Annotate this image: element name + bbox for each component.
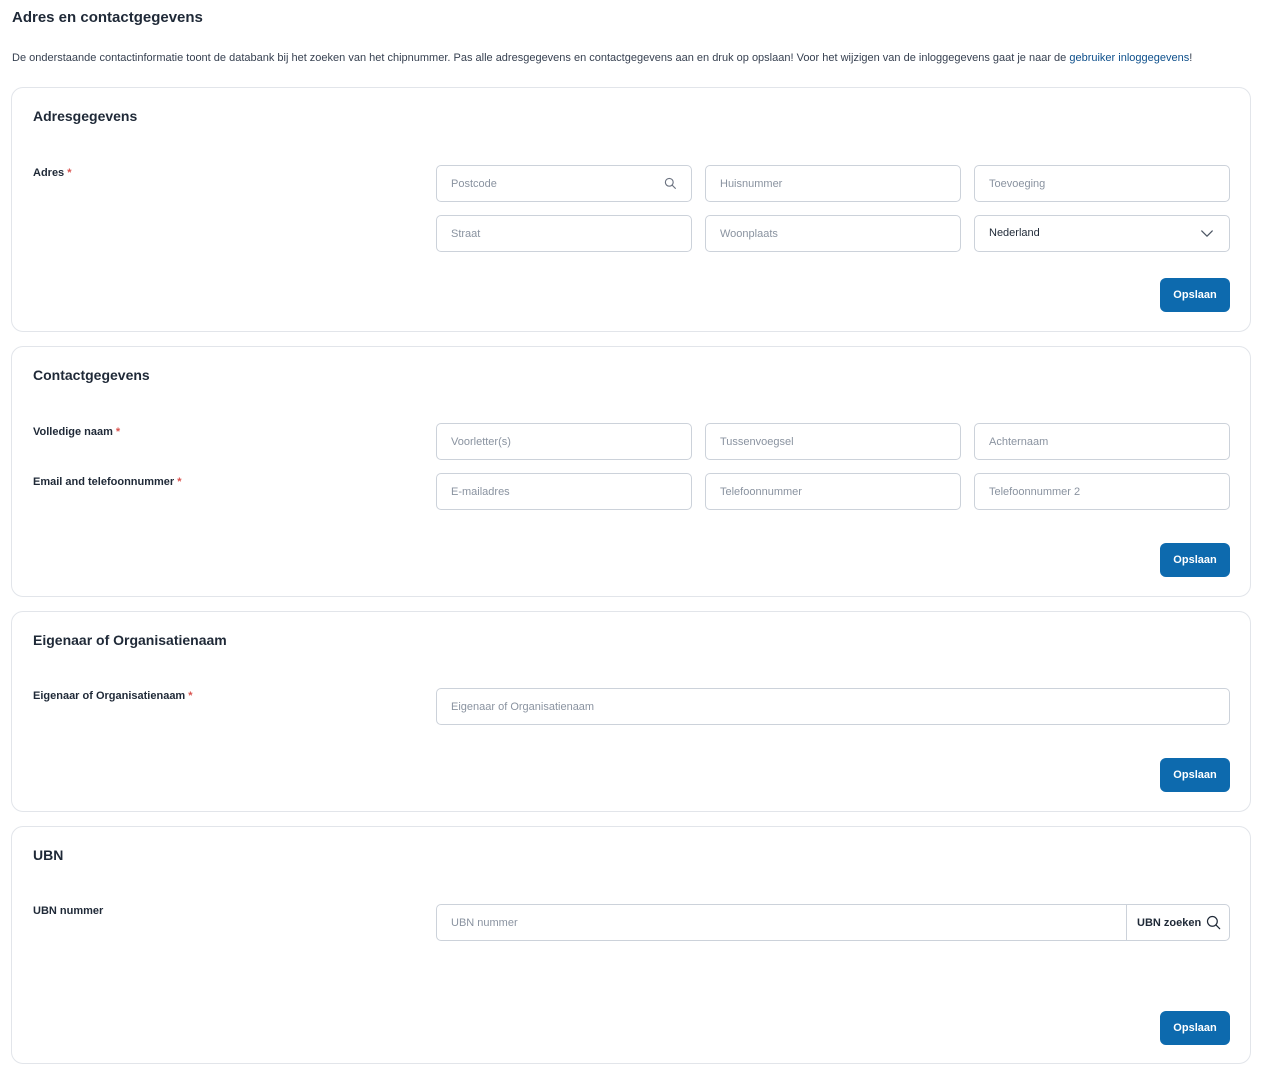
- address-label-text: Adres: [33, 167, 65, 179]
- ubn-placeholder: UBN nummer: [451, 917, 518, 929]
- chevron-down-icon: [1201, 230, 1213, 237]
- page-title: Adres en contactgegevens: [12, 9, 203, 26]
- phone2-input[interactable]: Telefoonnummer 2: [974, 473, 1230, 510]
- intro-end: !: [1189, 52, 1193, 64]
- required-marker: *: [177, 476, 182, 488]
- address-card: Adresgegevens Adres * Postcode Huisnummer…: [11, 87, 1251, 332]
- phone-input[interactable]: Telefoonnummer: [705, 473, 961, 510]
- toevoeging-input[interactable]: Toevoeging: [974, 165, 1230, 202]
- ubn-label-text: UBN nummer: [33, 905, 104, 917]
- login-details-link[interactable]: gebruiker inloggegevens: [1069, 52, 1189, 64]
- straat-input[interactable]: Straat: [436, 215, 692, 252]
- required-marker: *: [67, 167, 72, 179]
- address-save-button[interactable]: Opslaan: [1160, 278, 1230, 312]
- ubn-save-button[interactable]: Opslaan: [1160, 1011, 1230, 1045]
- contact-save-button[interactable]: Opslaan: [1160, 543, 1230, 577]
- search-icon[interactable]: [664, 177, 677, 190]
- country-select[interactable]: Nederland: [974, 215, 1230, 252]
- achternaam-placeholder: Achternaam: [989, 436, 1049, 448]
- woonplaats-placeholder: Woonplaats: [720, 228, 778, 240]
- address-card-title: Adresgegevens: [33, 108, 138, 124]
- owner-card: Eigenaar of Organisatienaam Eigenaar of …: [11, 611, 1251, 812]
- phone2-placeholder: Telefoonnummer 2: [989, 486, 1081, 498]
- intro-body: De onderstaande contactinformatie toont …: [12, 52, 1070, 64]
- full-name-label: Volledige naam *: [33, 426, 120, 438]
- ubn-label: UBN nummer: [33, 905, 103, 917]
- achternaam-input[interactable]: Achternaam: [974, 423, 1230, 460]
- full-name-label-text: Volledige naam: [33, 426, 113, 438]
- ubn-card: UBN UBN nummer UBN nummer UBN zoeken Ops…: [11, 826, 1251, 1064]
- tussenvoegsel-placeholder: Tussenvoegsel: [720, 436, 794, 448]
- postcode-placeholder: Postcode: [451, 178, 497, 190]
- ubn-search-label: UBN zoeken: [1137, 916, 1202, 929]
- email-placeholder: E-mailadres: [451, 486, 510, 498]
- owner-label-text: Eigenaar of Organisatienaam: [33, 690, 186, 702]
- owner-label: Eigenaar of Organisatienaam *: [33, 690, 193, 702]
- postcode-input[interactable]: Postcode: [436, 165, 692, 202]
- owner-card-title: Eigenaar of Organisatienaam: [33, 632, 227, 648]
- woonplaats-input[interactable]: Woonplaats: [705, 215, 961, 252]
- email-phone-label-text: Email and telefoonnummer: [33, 476, 175, 488]
- owner-save-button[interactable]: Opslaan: [1160, 758, 1230, 792]
- toevoeging-placeholder: Toevoeging: [989, 178, 1046, 190]
- contact-card-title: Contactgegevens: [33, 367, 150, 383]
- email-phone-label: Email and telefoonnummer *: [33, 476, 181, 488]
- owner-input[interactable]: Eigenaar of Organisatienaam: [436, 688, 1230, 725]
- contact-card: Contactgegevens Volledige naam * Email an…: [11, 346, 1251, 597]
- tussenvoegsel-input[interactable]: Tussenvoegsel: [705, 423, 961, 460]
- straat-placeholder: Straat: [451, 228, 481, 240]
- owner-placeholder: Eigenaar of Organisatienaam: [451, 701, 595, 713]
- address-label: Adres *: [33, 167, 71, 179]
- email-input[interactable]: E-mailadres: [436, 473, 692, 510]
- required-marker: *: [188, 690, 193, 702]
- ubn-search-button[interactable]: UBN zoeken: [1127, 905, 1229, 940]
- required-marker: *: [115, 426, 121, 438]
- voorletters-input[interactable]: Voorletter(s): [436, 423, 692, 460]
- intro-text: De onderstaande contactinformatie toont …: [12, 52, 1192, 64]
- search-icon: [1207, 915, 1221, 930]
- country-value: Nederland: [989, 227, 1040, 239]
- phone-placeholder: Telefoonnummer: [720, 486, 802, 498]
- voorletters-placeholder: Voorletter(s): [451, 436, 511, 448]
- ubn-input[interactable]: UBN nummer UBN zoeken: [436, 904, 1230, 941]
- huisnummer-placeholder: Huisnummer: [720, 178, 783, 190]
- ubn-card-title: UBN: [33, 847, 64, 863]
- huisnummer-input[interactable]: Huisnummer: [705, 165, 961, 202]
